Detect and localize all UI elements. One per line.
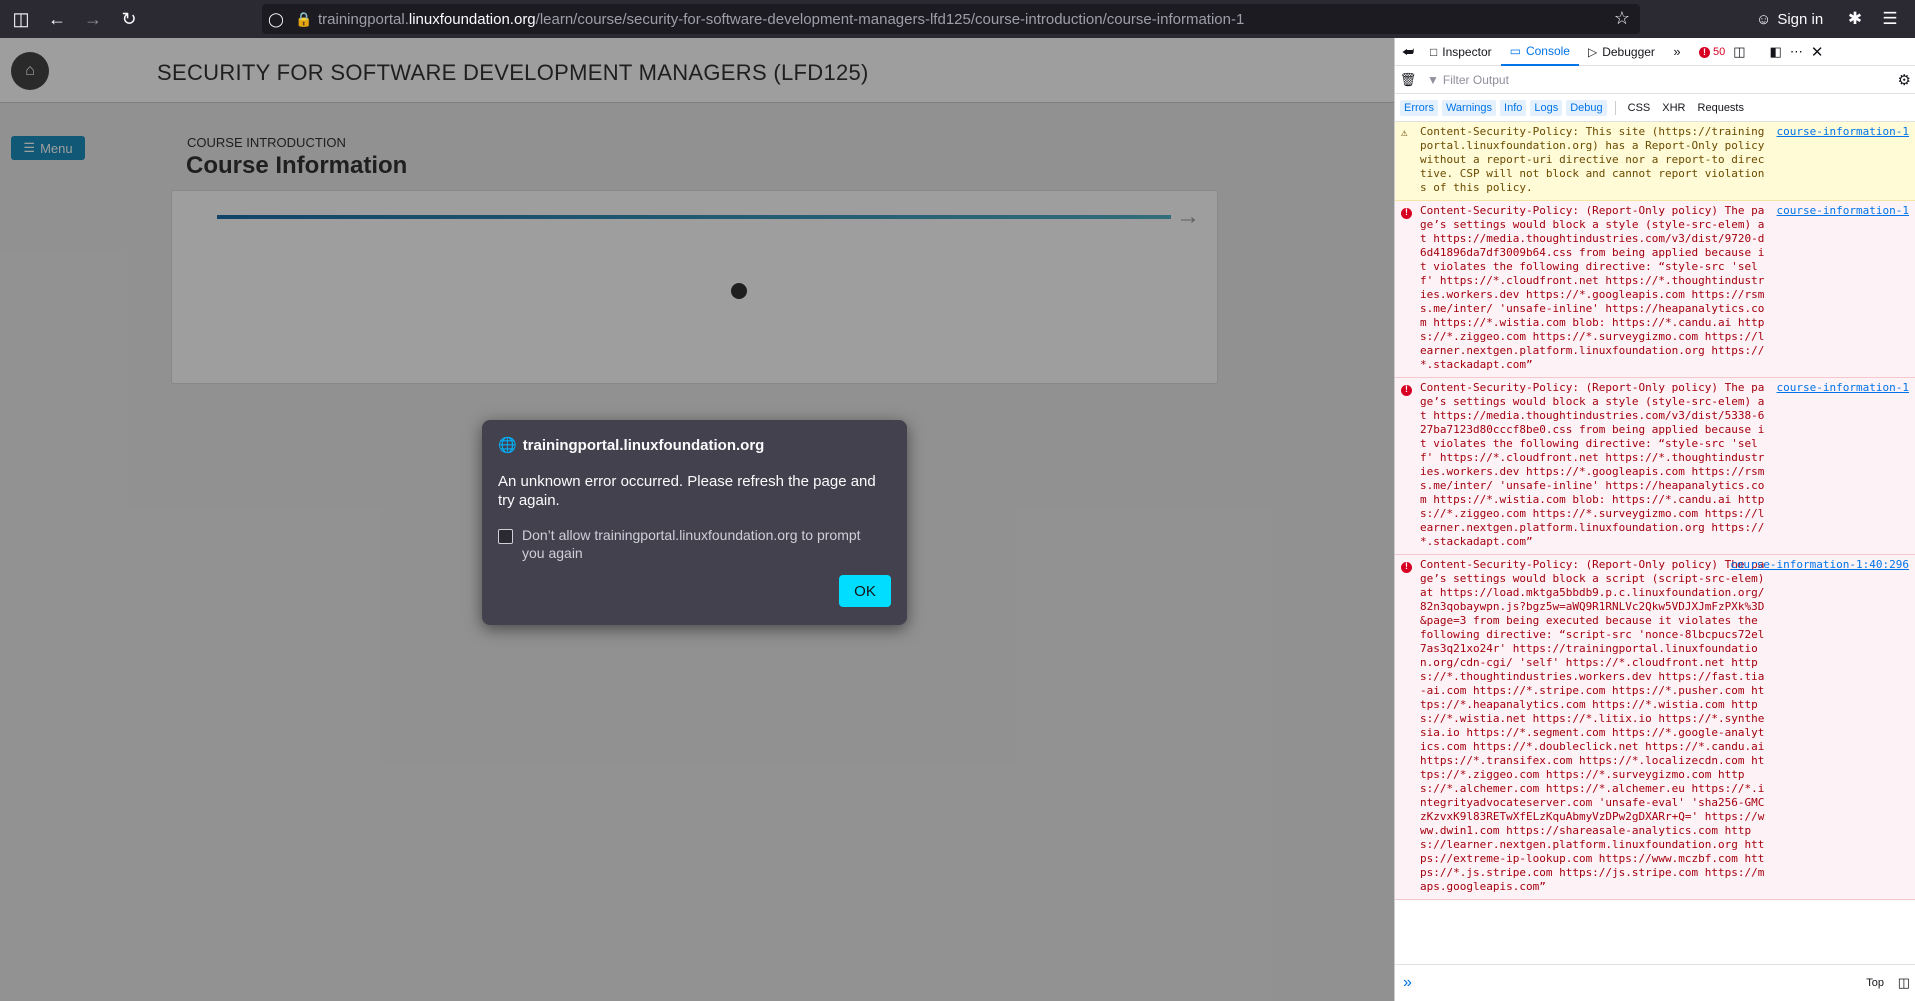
message-source-link[interactable]: course-information-1:40:296	[1730, 558, 1909, 572]
message-text: Content-Security-Policy: (Report-Only po…	[1420, 558, 1771, 893]
divider	[1614, 100, 1616, 115]
more-tabs-icon[interactable]: »	[1664, 38, 1690, 66]
devtools-toolbar-right: ! 50 ◫ ◧ ⋯ ✕	[1699, 38, 1823, 66]
account-icon: ☺	[1756, 10, 1772, 28]
tracking-protection-icon[interactable]: ◯	[262, 11, 290, 28]
debugger-icon: ▷	[1587, 44, 1598, 59]
console-message: ⚠ Content-Security-Policy: This site (ht…	[1395, 122, 1915, 201]
sign-in-button[interactable]: ☺ Sign in	[1756, 5, 1823, 33]
element-picker-icon[interactable]: ⮨	[1395, 38, 1421, 66]
tab-console-label: Console	[1525, 43, 1570, 58]
console-message: ! Content-Security-Policy: (Report-Only …	[1395, 555, 1915, 900]
sidebar-toggle-icon[interactable]: ◫	[6, 4, 36, 34]
sidebar-toggle-icon[interactable]: ◫	[1898, 975, 1910, 991]
dialog-site: trainingportal.linuxfoundation.org	[522, 436, 765, 454]
filter-output-input[interactable]: ▼ Filter Output	[1427, 73, 1509, 87]
sign-in-label: Sign in	[1777, 10, 1824, 28]
error-icon: !	[1699, 46, 1710, 58]
tab-inspector[interactable]: □ Inspector	[1421, 38, 1501, 66]
forward-button[interactable]: →	[78, 4, 108, 34]
filter-css[interactable]: CSS	[1624, 100, 1655, 116]
level-errors[interactable]: Errors	[1400, 99, 1438, 116]
lock-icon[interactable]: 🔒	[290, 11, 318, 28]
tab-inspector-label: Inspector	[1442, 44, 1492, 59]
message-text: Content-Security-Policy: This site (http…	[1420, 125, 1771, 194]
level-info[interactable]: Info	[1500, 99, 1527, 116]
level-debug[interactable]: Debug	[1566, 99, 1607, 116]
dont-allow-label: Don’t allow trainingportal.linuxfoundati…	[522, 527, 861, 561]
message-source-link[interactable]: course-information-1	[1777, 381, 1909, 395]
warning-icon: ⚠	[1401, 126, 1408, 139]
devtools-tabbar: ⮨ □ Inspector ▭ Console ▷ Debugger » ! 50 ◫ …	[1395, 38, 1915, 66]
filter-placeholder: Filter Output	[1442, 72, 1509, 87]
filter-icon: ▼	[1427, 72, 1439, 87]
error-icon: !	[1401, 205, 1412, 219]
responsive-icon[interactable]: ◫	[1733, 44, 1745, 60]
console-message: ! Content-Security-Policy: (Report-Only …	[1395, 378, 1915, 555]
dock-icon[interactable]: ◧	[1770, 44, 1782, 60]
alert-dialog: 🌐 trainingportal.linuxfoundation.org An …	[482, 420, 907, 625]
reload-button[interactable]: ↻	[114, 4, 144, 34]
error-icon: !	[1401, 559, 1412, 573]
url-prefix: trainingportal.	[318, 10, 409, 28]
options-icon[interactable]: ⋯	[1790, 44, 1803, 60]
tab-console[interactable]: ▭ Console	[1500, 38, 1579, 66]
context-selector[interactable]: Top	[1866, 977, 1884, 989]
close-devtools-icon[interactable]: ✕	[1811, 43, 1824, 61]
filter-xhr[interactable]: XHR	[1658, 100, 1689, 116]
dialog-title: 🌐 trainingportal.linuxfoundation.org	[498, 436, 765, 455]
url-path: /learn/course/security-for-software-deve…	[535, 10, 1245, 28]
error-icon: !	[1401, 382, 1412, 396]
tab-debugger[interactable]: ▷ Debugger	[1579, 38, 1664, 66]
console-messages: ⚠ Content-Security-Policy: This site (ht…	[1395, 122, 1915, 964]
message-source-link[interactable]: course-information-1	[1777, 204, 1909, 218]
error-count-value: 50	[1713, 46, 1726, 58]
console-input[interactable]: » Top ◫	[1395, 964, 1915, 1001]
browser-toolbar: ◫ ← → ↻ ◯ 🔒 trainingportal. linuxfoundati…	[0, 0, 1915, 38]
console-settings-icon[interactable]: ⚙	[1898, 71, 1911, 89]
error-count[interactable]: ! 50	[1699, 46, 1725, 58]
dialog-message: An unknown error occurred. Please refres…	[498, 473, 876, 509]
url-bar[interactable]: ◯ 🔒 trainingportal. linuxfoundation.org/l…	[262, 4, 1640, 34]
back-button[interactable]: ←	[42, 4, 72, 34]
prompt-chevron-icon: »	[1403, 974, 1412, 991]
filter-requests[interactable]: Requests	[1694, 100, 1748, 116]
dont-allow-checkbox[interactable]	[498, 529, 513, 544]
trash-icon[interactable]: 🗑	[1395, 66, 1421, 94]
dont-allow-checkbox-row[interactable]: Don’t allow trainingportal.linuxfoundati…	[498, 526, 882, 562]
message-text: Content-Security-Policy: (Report-Only po…	[1420, 204, 1765, 371]
console-icon: ▭	[1509, 43, 1521, 58]
message-text: Content-Security-Policy: (Report-Only po…	[1420, 381, 1765, 548]
ok-button[interactable]: OK	[839, 575, 891, 607]
app-menu-icon[interactable]: ☰	[1875, 4, 1905, 34]
level-logs[interactable]: Logs	[1530, 99, 1563, 116]
message-source-link[interactable]: course-information-1	[1777, 125, 1909, 139]
url-host: linuxfoundation.org	[408, 10, 536, 28]
extensions-icon[interactable]: ✱	[1840, 4, 1870, 34]
inspector-icon: □	[1430, 44, 1438, 59]
tab-debugger-label: Debugger	[1602, 44, 1655, 59]
log-level-filters: Errors Warnings Info Logs Debug CSS XHR …	[1395, 94, 1915, 122]
globe-icon: 🌐	[498, 437, 517, 454]
level-warnings[interactable]: Warnings	[1441, 99, 1497, 116]
console-filter-bar: 🗑 ▼ Filter Output ⚙	[1395, 66, 1915, 94]
devtools-panel: ⮨ □ Inspector ▭ Console ▷ Debugger » ! 50 ◫ …	[1394, 38, 1915, 1001]
bookmark-star-icon[interactable]: ☆	[1614, 8, 1630, 29]
console-message: ! Content-Security-Policy: (Report-Only …	[1395, 201, 1915, 378]
